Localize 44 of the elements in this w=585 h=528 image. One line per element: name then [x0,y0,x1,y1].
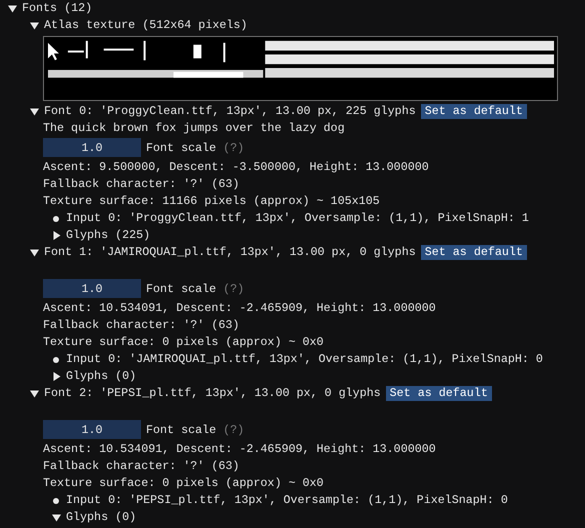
info-text: Texture surface: 11166 pixels (approx) ~ 105x105 [43,193,380,210]
set-default-button[interactable]: Set as default [420,104,527,119]
caret-icon[interactable] [52,513,61,522]
bullet-icon [53,498,59,504]
info-text: Ascent: 10.534091, Descent: -2.465909, Height: 13.000000 [43,441,436,458]
info-text: Ascent: 10.534091, Descent: -2.465909, Height: 13.000000 [43,300,436,317]
info-text: Texture surface: 0 pixels (approx) ~ 0x0 [43,334,324,351]
scale-field[interactable]: 1.0 [43,279,141,298]
caret-icon[interactable] [52,231,61,240]
info-text: Input 0: 'PEPSI_pl.ttf, 13px', Oversample: (1,1), PixelSnapH: 0 [66,492,508,509]
help-marker[interactable]: (?) [223,422,244,436]
scale-field[interactable]: 1.0 [43,138,141,157]
caret-icon[interactable] [30,248,39,257]
field-label: Font scale [146,282,216,296]
info-text: Ascent: 9.500000, Descent: -3.500000, Height: 13.000000 [43,159,429,176]
info-text: Fallback character: '?' (63) [43,317,240,334]
field-label: Font scale [146,140,216,154]
caret-icon[interactable] [52,372,61,381]
set-default-button[interactable]: Set as default [420,245,527,260]
sample-text: The quick brown fox jumps over the lazy dog [43,120,345,137]
bullet-icon [53,356,59,362]
tree-node[interactable]: Font 1: 'JAMIROQUAI_pl.ttf, 13px', 13.00 px, 0 glyphs [44,244,416,261]
caret-icon[interactable] [30,389,39,398]
info-text: Texture surface: 0 pixels (approx) ~ 0x0 [43,475,324,492]
caret-icon[interactable] [30,21,39,30]
help-marker[interactable]: (?) [223,282,244,296]
bullet-icon [53,216,59,222]
help-marker[interactable]: (?) [223,140,244,154]
tree-node[interactable]: Font 2: 'PEPSI_pl.ttf, 13px', 13.00 px, 0 glyphs [44,385,381,402]
set-default-button[interactable]: Set as default [386,386,492,401]
caret-icon[interactable] [8,4,17,13]
info-text: Fallback character: '?' (63) [43,458,240,475]
info-text: Input 0: 'ProggyClean.ttf, 13px', Oversample: (1,1), PixelSnapH: 1 [66,210,529,227]
caret-icon[interactable] [30,107,39,116]
info-text: Fallback character: '?' (63) [43,176,240,193]
tree-node[interactable]: Font 0: 'ProggyClean.ttf, 13px', 13.00 px, 225 glyphs [44,103,416,120]
tree-node[interactable]: Atlas texture (512x64 pixels) [44,17,248,34]
tree-node[interactable]: Glyphs (0) [66,509,136,526]
tree-node[interactable]: Glyphs (0) [66,368,136,385]
field-label: Font scale [146,422,216,436]
tree-node[interactable]: Glyphs (225) [66,227,150,244]
scale-field[interactable]: 1.0 [43,420,141,439]
tree-node[interactable]: Fonts (12) [22,0,92,17]
info-text: Input 0: 'JAMIROQUAI_pl.ttf, 13px', Oversample: (1,1), PixelSnapH: 0 [66,351,543,368]
